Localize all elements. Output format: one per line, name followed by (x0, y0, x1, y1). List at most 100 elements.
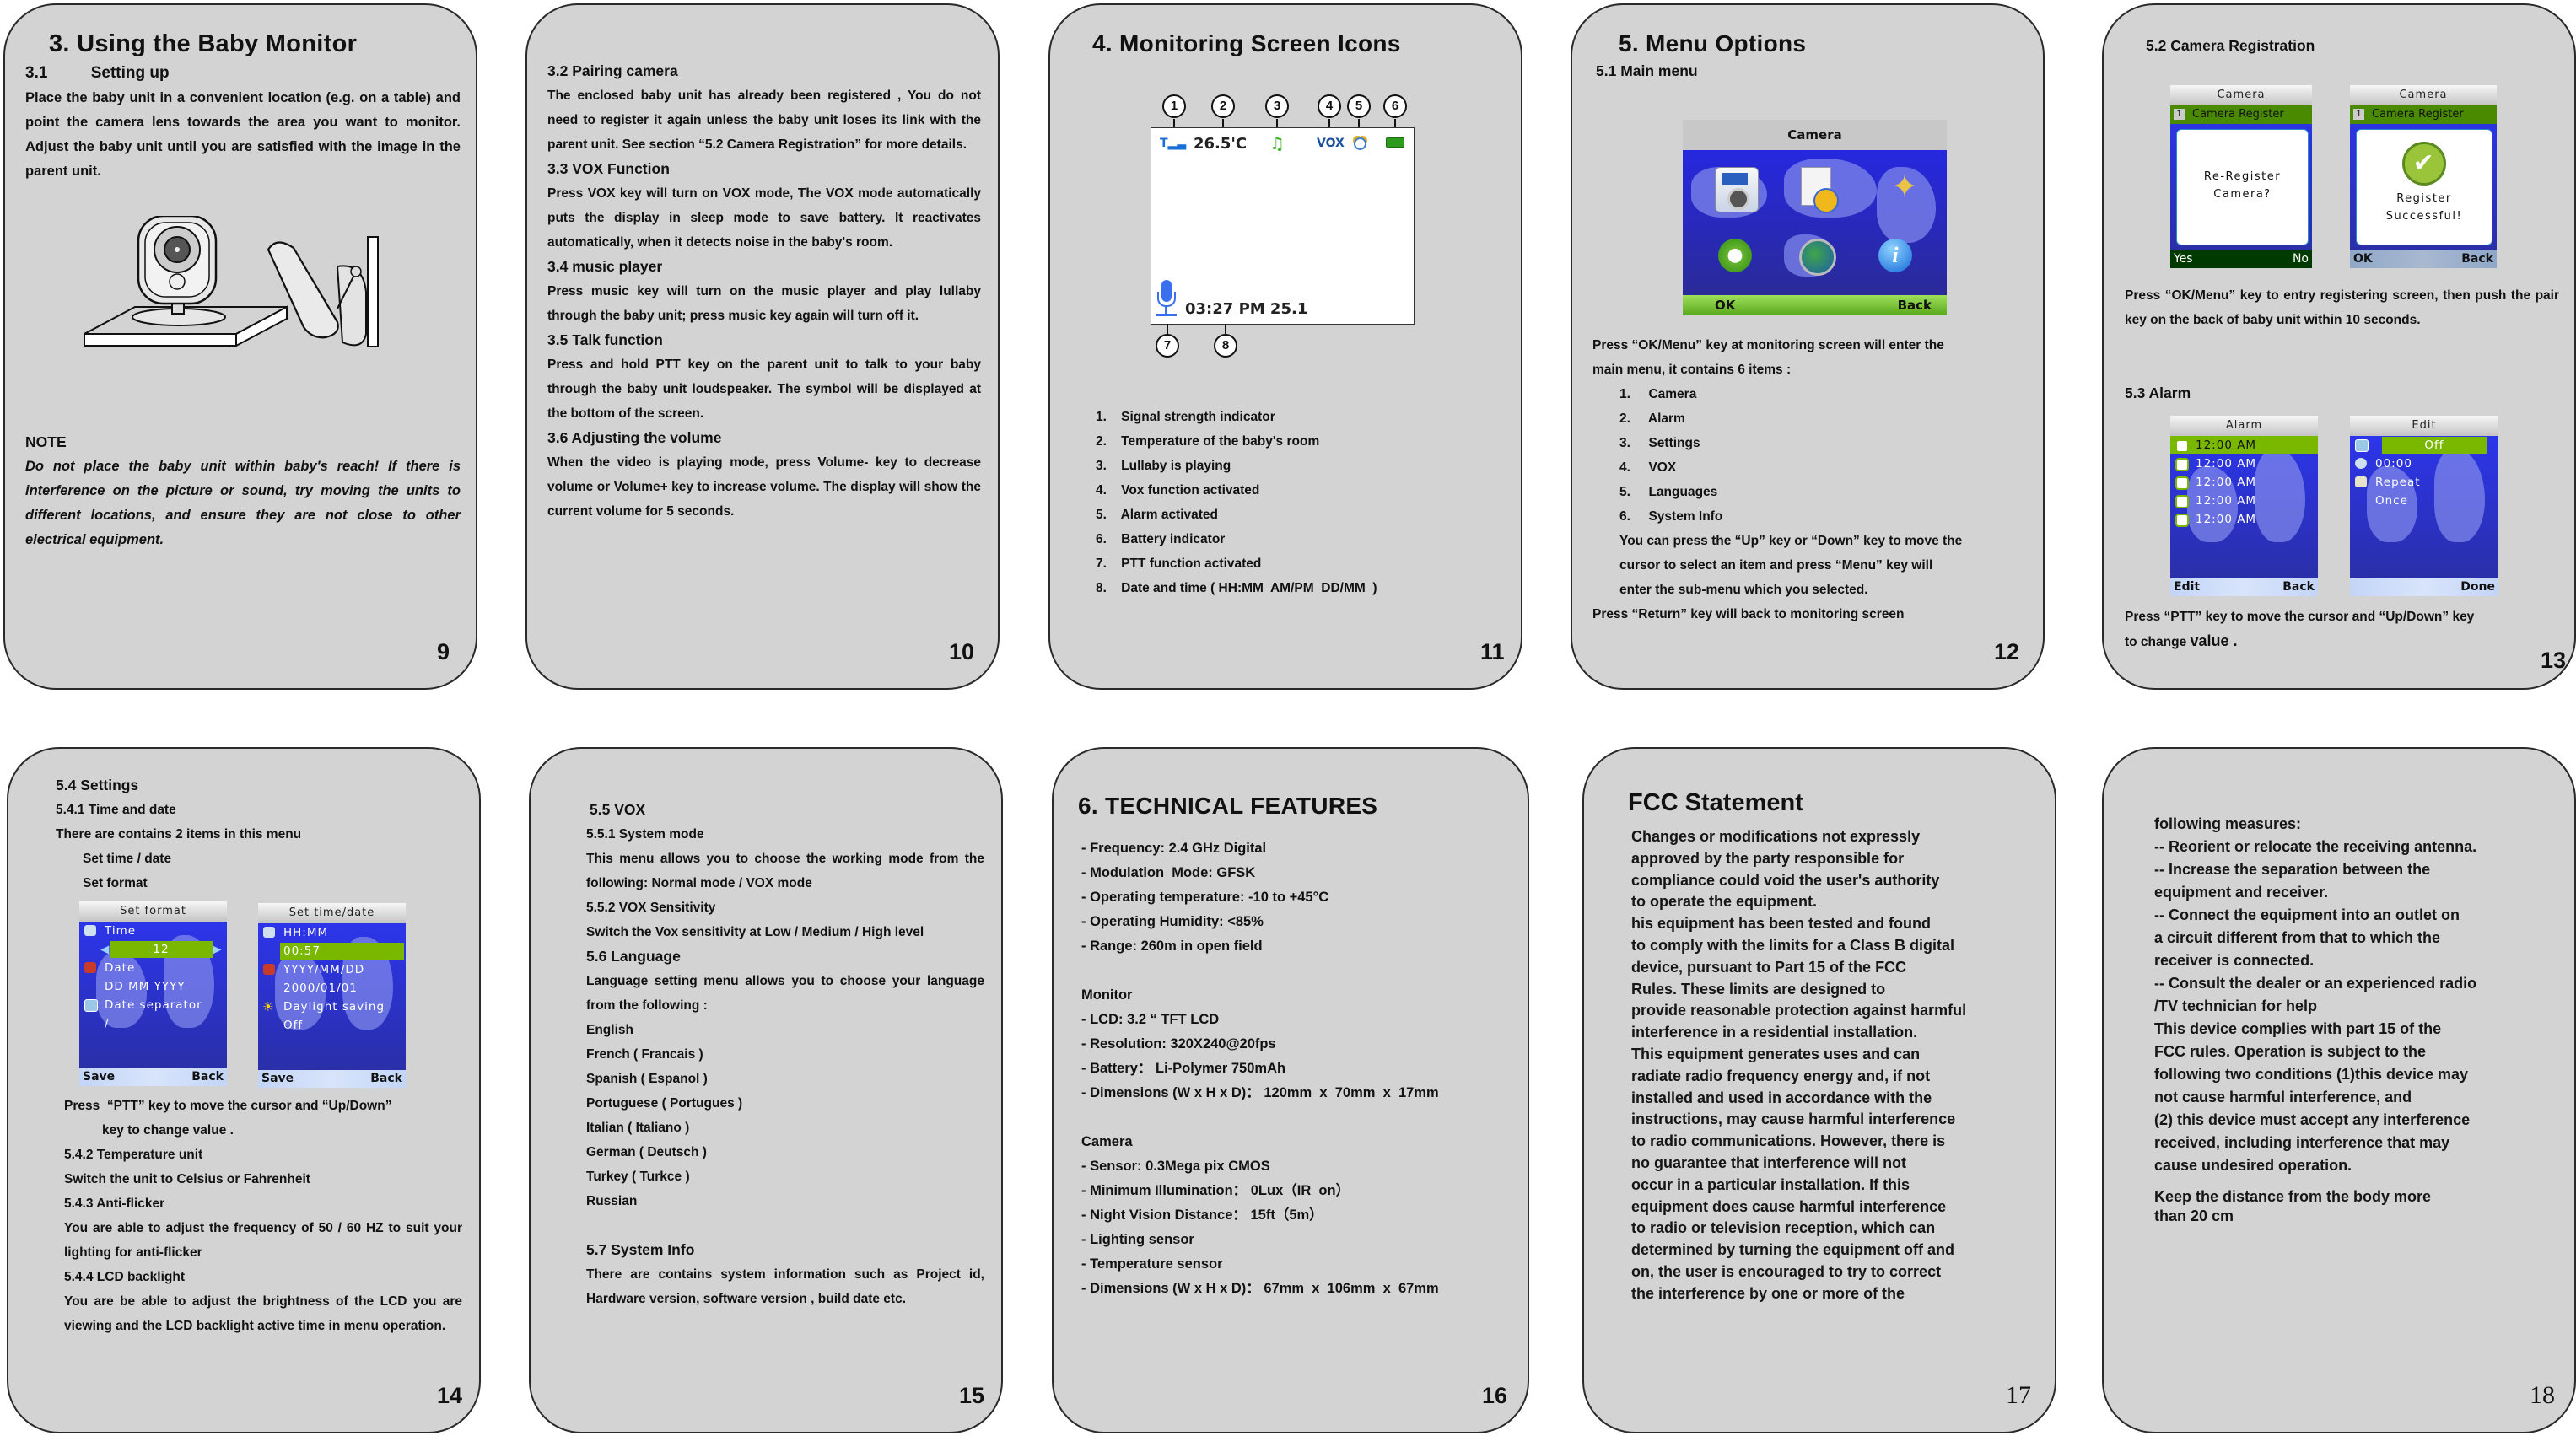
list-item: 4. Vox function activated (1096, 483, 1260, 497)
alarm-time: 00:00 (2375, 457, 2412, 471)
text-line: Press “PTT” key to move the cursor and “… (2125, 610, 2475, 624)
section-heading: 3.5 Talk function (547, 331, 663, 348)
alarm-row[interactable]: 12:00 AM (2170, 492, 2318, 510)
page-number: 15 (959, 1383, 985, 1408)
reregister-screen: Camera 1 Camera Register Re-Register Came… (2170, 85, 2312, 268)
date-separator-value[interactable]: / (79, 1014, 227, 1033)
alarm-state-selector[interactable]: Off (2350, 436, 2498, 454)
screen-header: Set format (79, 901, 227, 922)
page-18: following measures: -- Reorient or reloca… (2102, 747, 2576, 1433)
page-number: 12 (1994, 639, 2020, 664)
dialog-text: Camera? (2213, 188, 2272, 201)
time-format-selector[interactable]: ◀ 12 ▶ (79, 940, 227, 959)
edit-softkey[interactable]: Edit (2174, 578, 2200, 596)
camera-icon[interactable] (1715, 167, 1759, 212)
alarm-time-field[interactable]: 00:00 (2350, 454, 2498, 473)
back-softkey[interactable]: Back (2282, 578, 2315, 596)
left-arrow-icon[interactable]: ◀ (100, 940, 110, 959)
back-softkey[interactable]: Back (2461, 250, 2493, 268)
spec-line: - Frequency: 2.4 GHz Digital (1081, 841, 1267, 856)
no-softkey[interactable]: No (2293, 250, 2309, 268)
fcc-measures-text: following measures: -- Reorient or reloca… (2154, 813, 2476, 1177)
alarm-time: 12:00 AM (2196, 438, 2257, 452)
text-line: You can press the “Up” key or “Down” key… (1619, 534, 1963, 548)
text-line: cursor to select an item and press “Menu… (1619, 558, 1933, 573)
ok-softkey[interactable]: OK (2353, 250, 2373, 268)
registration-text: Press “OK/Menu” key to entry registering… (2125, 288, 2559, 327)
text-line: Keep the distance from the body more (2154, 1188, 2432, 1205)
date-format-label: Date (79, 959, 227, 977)
back-softkey[interactable]: Back (370, 1070, 402, 1088)
section-heading: 5.2 Camera Registration (2146, 37, 2315, 54)
save-softkey[interactable]: Save (83, 1068, 115, 1086)
section-heading: 3.1 Setting up (25, 61, 170, 85)
set-time-date-screen: Set time/date HH:MM 00:57 YYYY/MM/DD 200… (258, 903, 406, 1088)
right-arrow-icon[interactable]: ▶ (213, 940, 222, 959)
page-16: 6. TECHNICAL FEATURES - Frequency: 2.4 G… (1052, 747, 1529, 1433)
text-line: FCC rules. Operation is subject to the (2154, 1043, 2427, 1060)
text-line: This device complies with part 15 of the (2154, 1020, 2442, 1037)
repeat-value[interactable]: Once (2350, 492, 2498, 510)
settings-intro: 5.4 Settings 5.4.1 Time and date There a… (56, 773, 301, 895)
section-heading: 5.7 System Info (586, 1241, 695, 1258)
settings-tools-icon[interactable]: ✦ (1885, 167, 1924, 206)
calendar-icon (84, 962, 96, 973)
back-softkey[interactable]: Back (191, 1068, 224, 1086)
alarm-row[interactable]: 12:00 AM (2170, 454, 2318, 473)
date-value[interactable]: 2000/01/01 (258, 979, 406, 998)
text-line: radiate radio frequency energy and, if n… (1631, 1067, 1931, 1084)
text-line: Press “PTT” key to move the cursor and “… (64, 1099, 392, 1113)
text-line: (2) this device must accept any interfer… (2154, 1111, 2471, 1128)
text-line: following measures: (2154, 815, 2302, 832)
menu-item: Camera Register (2192, 108, 2284, 121)
save-softkey[interactable]: Save (261, 1070, 294, 1088)
text-line: -- Connect the equipment into an outlet … (2154, 906, 2460, 923)
alarm-row[interactable]: 12:00 AM (2170, 510, 2318, 529)
text-line: receiver is connected. (2154, 952, 2315, 969)
dialog: Re-Register Camera? (2176, 129, 2309, 245)
label: Daylight saving (283, 1000, 385, 1014)
text-line: to operate the equipment. (1631, 893, 1818, 911)
list-item: 6. System Info (1619, 509, 1723, 524)
date-format-value[interactable]: DD MM YYYY (79, 977, 227, 996)
language-item: Spanish ( Espanol ) (586, 1072, 708, 1086)
alarm-row[interactable]: 12:00 AM (2170, 436, 2318, 454)
back-softkey[interactable]: Back (1898, 295, 1932, 315)
calendar-icon (263, 964, 275, 975)
section-heading: 5.3 Alarm (2125, 385, 2191, 401)
text-line: enter the sub-menu which you selected. (1619, 583, 1868, 597)
text-line: following two conditions (1)this device … (2154, 1066, 2469, 1083)
language-globe-icon[interactable] (1799, 239, 1836, 276)
alarm-clock-icon[interactable] (1801, 167, 1839, 213)
item-number: 1 (2174, 109, 2185, 120)
callout-3: 3 (1265, 94, 1289, 118)
done-softkey[interactable]: Done (2460, 578, 2495, 596)
info-icon[interactable]: i (1878, 239, 1912, 272)
section-text: Press music key will turn on the music p… (547, 284, 981, 323)
spec-line: - Minimum Illumination： 0Lux（IR on） (1081, 1183, 1350, 1198)
vox-wireless-icon[interactable]: ● (1718, 239, 1752, 272)
time-input[interactable]: 00:57 (258, 942, 406, 960)
screen-header: Camera (2170, 85, 2312, 105)
page-title: 6. TECHNICAL FEATURES (1078, 793, 1378, 819)
text-line: Press “OK/Menu” key at monitoring screen… (1592, 338, 1944, 352)
text-line: a circuit different from that to which t… (2154, 929, 2441, 946)
list-item: 8. Date and time ( HH:MM AM/PM DD/MM ) (1096, 581, 1377, 595)
page-number: 13 (2541, 648, 2567, 673)
text-line: not cause harmful interference, and (2154, 1089, 2412, 1105)
subsection-heading: 5.5.2 VOX Sensitivity (586, 901, 716, 915)
alarm-row[interactable]: 12:00 AM (2170, 473, 2318, 492)
yes-softkey[interactable]: Yes (2174, 250, 2193, 268)
page-14: 5.4 Settings 5.4.1 Time and date There a… (7, 747, 481, 1433)
text-line: received, including interference that ma… (2154, 1134, 2450, 1151)
label: Time (105, 924, 137, 938)
ok-softkey[interactable]: OK (1715, 295, 1735, 315)
register-success-screen: Camera 1 Camera Register ✔ Register Succe… (2350, 85, 2497, 268)
set-format-screen: Set format Time ◀ 12 ▶ Date DD MM YYYY Dat… (79, 901, 227, 1086)
alarm-clock-icon (1354, 137, 1366, 150)
callout-8: 8 (1214, 334, 1237, 358)
daylight-saving-value[interactable]: Off (258, 1016, 406, 1035)
spec-line: - Dimensions (W x H x D)： 67mm x 106mm x… (1081, 1281, 1439, 1296)
label: Date separator (105, 998, 202, 1012)
spec-line: - LCD: 3.2 “ TFT LCD (1081, 1012, 1220, 1027)
